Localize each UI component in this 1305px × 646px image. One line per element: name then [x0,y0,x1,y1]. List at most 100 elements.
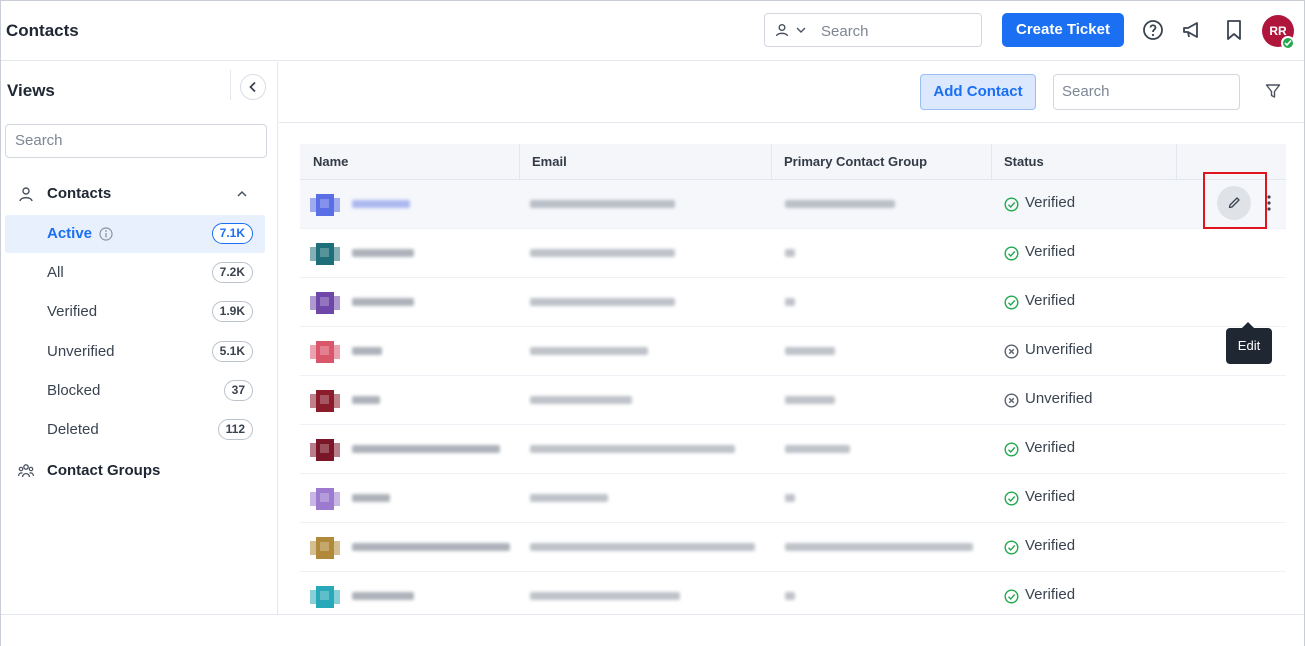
contact-group-redacted [785,445,850,453]
add-contact-button[interactable]: Add Contact [920,74,1036,110]
view-item-label: All [47,264,64,281]
contact-groups-label: Contact Groups [47,462,161,479]
table-row[interactable]: Verified [300,229,1286,278]
contact-name-redacted[interactable] [352,347,382,355]
view-item-verified[interactable]: Verified 1.9K [5,293,265,331]
check-circle-icon [1004,295,1019,310]
check-circle-icon [1004,540,1019,555]
people-icon [18,464,34,478]
contact-name-redacted[interactable] [352,298,414,306]
chevron-down-icon[interactable] [796,25,806,35]
pencil-icon [1228,197,1240,209]
check-circle-icon [1004,589,1019,604]
table-header: Name Email Primary Contact Group Status [300,144,1286,180]
info-icon[interactable] [99,227,113,241]
divider [230,70,231,100]
more-options-icon[interactable] [1267,194,1271,212]
contact-avatar [310,341,340,363]
collapse-sidebar-button[interactable] [240,74,266,100]
bottom-strip [1,614,1304,646]
view-item-blocked[interactable]: Blocked 37 [5,372,265,410]
view-item-deleted[interactable]: Deleted 112 [5,411,265,449]
contacts-search-input[interactable]: Search [1053,74,1240,110]
contact-group-redacted [785,396,835,404]
status-label: Verified [1025,488,1076,505]
contacts-group-header[interactable]: Contacts [1,178,278,210]
check-circle-icon [1004,197,1019,212]
column-header-group[interactable]: Primary Contact Group [784,154,927,169]
bookmark-icon[interactable] [1222,18,1246,42]
contact-email-redacted [530,200,675,208]
status-label: Verified [1025,292,1076,309]
contact-group-redacted [785,592,795,600]
contact-email-redacted [530,543,755,551]
view-item-count: 7.2K [211,262,253,283]
x-circle-icon [1004,393,1019,408]
column-header-status[interactable]: Status [1004,154,1044,169]
view-item-active[interactable]: Active 7.1K [5,215,265,253]
create-ticket-button[interactable]: Create Ticket [1002,13,1124,47]
global-search-placeholder: Search [821,23,869,40]
table-row[interactable]: Unverified [300,376,1286,425]
column-divider [771,144,772,180]
toolbar: Add Contact Search [279,62,1304,123]
contact-name-redacted[interactable] [352,592,414,600]
column-divider [991,144,992,180]
contact-name-redacted[interactable] [352,200,410,208]
column-header-name[interactable]: Name [313,154,348,169]
contact-group-redacted [785,347,835,355]
contact-email-redacted [530,494,608,502]
contact-email-redacted [530,249,675,257]
megaphone-icon[interactable] [1180,18,1204,42]
contact-email-redacted [530,347,648,355]
top-bar: Contacts Search Create Ticket RR [1,1,1304,61]
contact-groups-header[interactable]: Contact Groups [1,455,278,487]
chevron-up-icon[interactable] [236,189,248,199]
contact-name-redacted[interactable] [352,249,414,257]
person-icon [775,24,789,37]
view-item-unverified[interactable]: Unverified 5.1K [5,333,265,371]
contact-group-redacted [785,494,795,502]
help-icon[interactable] [1141,18,1165,42]
contact-group-redacted [785,543,973,551]
contact-avatar [310,488,340,510]
table-row[interactable]: Verified [300,523,1286,572]
page-title: Contacts [6,21,79,40]
view-item-all[interactable]: All 7.2K [5,254,265,292]
view-item-count: 112 [217,419,253,440]
table-row[interactable]: Verified [300,278,1286,327]
views-search-input[interactable]: Search [5,124,267,158]
table-row[interactable]: Verified [300,180,1286,229]
view-item-label: Blocked [47,382,101,399]
check-circle-icon [1004,442,1019,457]
table-row[interactable]: Verified [300,474,1286,523]
table-row[interactable]: Verified [300,425,1286,474]
edit-button[interactable] [1217,186,1251,220]
status-label: Verified [1025,586,1076,603]
contacts-main: Add Contact Search Name Email Primary Co… [279,62,1304,621]
contact-email-redacted [530,298,675,306]
status-label: Unverified [1025,390,1093,407]
filter-icon[interactable] [1265,83,1281,99]
contact-email-redacted [530,592,680,600]
contact-avatar [310,243,340,265]
global-search-input[interactable]: Search [764,13,982,47]
chevron-left-icon [249,81,256,93]
contact-name-redacted[interactable] [352,445,500,453]
status-label: Verified [1025,243,1076,260]
contact-name-redacted[interactable] [352,396,380,404]
column-header-email[interactable]: Email [532,154,567,169]
contact-name-redacted[interactable] [352,543,510,551]
status-label: Verified [1025,439,1076,456]
online-status-badge [1281,36,1295,50]
view-item-label: Unverified [47,343,115,360]
view-item-label: Active [47,225,93,242]
contact-group-redacted [785,249,795,257]
app-window: Contacts Search Create Ticket RR Views S… [0,0,1305,646]
views-sidebar: Views Search Contacts Active 7.1K All 7.… [1,62,278,614]
view-item-label: Verified [47,303,98,320]
contact-email-redacted [530,445,735,453]
table-row[interactable]: Unverified [300,327,1286,376]
view-item-count: 1.9K [211,301,253,322]
contact-name-redacted[interactable] [352,494,390,502]
